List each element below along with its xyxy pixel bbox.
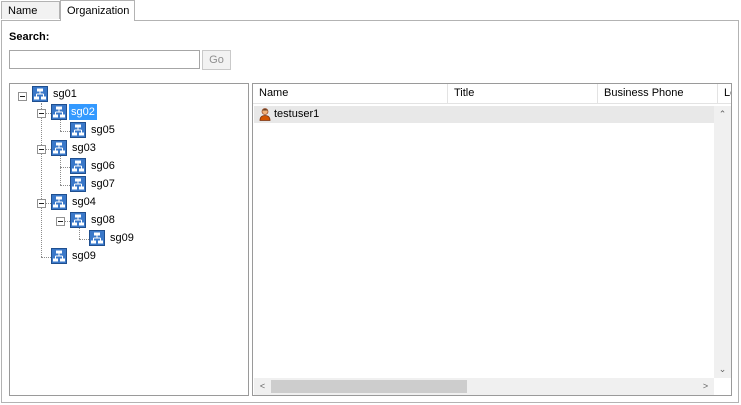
tree-connector bbox=[60, 131, 70, 132]
org-unit-icon bbox=[51, 140, 67, 156]
scroll-right-icon[interactable]: > bbox=[697, 378, 714, 395]
tree-node-label: sg06 bbox=[91, 160, 115, 172]
tree-connector bbox=[60, 155, 61, 185]
column-header-title[interactable]: Title bbox=[448, 84, 598, 104]
org-unit-icon bbox=[70, 158, 86, 174]
collapse-toggle-sg08[interactable] bbox=[56, 217, 65, 226]
column-header-location[interactable]: Lo bbox=[718, 84, 731, 104]
vertical-scrollbar[interactable]: ⌃ ⌄ bbox=[714, 106, 731, 378]
organization-tree[interactable]: sg01 sg02 sg05 sg03 sg06 sg07 sg04 sg08 … bbox=[9, 83, 249, 396]
org-unit-icon bbox=[89, 230, 105, 246]
org-unit-icon bbox=[51, 104, 67, 120]
tree-connector bbox=[41, 103, 42, 257]
tree-connector bbox=[60, 119, 61, 131]
tree-node-label: sg07 bbox=[91, 178, 115, 190]
tree-connector bbox=[60, 167, 70, 168]
tree-node-label: sg09 bbox=[72, 250, 96, 262]
tab-name-list[interactable]: Name List bbox=[1, 1, 60, 35]
tree-connector bbox=[60, 185, 70, 186]
collapse-toggle-sg02[interactable] bbox=[37, 109, 46, 118]
org-unit-icon bbox=[51, 248, 67, 264]
horizontal-scrollbar[interactable]: < > bbox=[254, 378, 714, 395]
user-list[interactable]: Name Title Business Phone Lo testuser1 ⌃… bbox=[252, 83, 732, 396]
scroll-down-icon[interactable]: ⌄ bbox=[714, 361, 731, 378]
list-row[interactable]: testuser1 bbox=[254, 106, 714, 123]
scroll-left-icon[interactable]: < bbox=[254, 378, 271, 395]
tree-connector bbox=[41, 257, 51, 258]
tree-node-label-selected: sg02 bbox=[69, 104, 97, 120]
column-header-name[interactable]: Name bbox=[253, 84, 448, 104]
collapse-toggle-sg04[interactable] bbox=[37, 199, 46, 208]
tree-node-label: sg03 bbox=[72, 142, 96, 154]
collapse-toggle-sg01[interactable] bbox=[18, 92, 27, 101]
user-name: testuser1 bbox=[274, 108, 320, 120]
org-unit-icon bbox=[51, 194, 67, 210]
tree-node-label: sg04 bbox=[72, 196, 96, 208]
tree-node-label: sg09 bbox=[110, 232, 134, 244]
tab-organization[interactable]: Organization bbox=[60, 0, 135, 21]
user-icon bbox=[259, 108, 271, 121]
org-unit-icon bbox=[32, 86, 48, 102]
tree-node-label: sg08 bbox=[91, 214, 115, 226]
go-button[interactable]: Go bbox=[202, 50, 231, 70]
scroll-up-icon[interactable]: ⌃ bbox=[714, 106, 731, 123]
column-header-business-phone[interactable]: Business Phone bbox=[598, 84, 718, 104]
org-unit-icon bbox=[70, 212, 86, 228]
tree-connector bbox=[79, 239, 89, 240]
org-unit-icon bbox=[70, 122, 86, 138]
tree-node-label: sg01 bbox=[53, 88, 77, 100]
search-input[interactable] bbox=[9, 50, 200, 69]
collapse-toggle-sg03[interactable] bbox=[37, 145, 46, 154]
tree-node-label: sg05 bbox=[91, 124, 115, 136]
horizontal-scroll-thumb[interactable] bbox=[271, 380, 467, 393]
tree-connector bbox=[79, 227, 80, 239]
search-label: Search: bbox=[9, 31, 50, 43]
org-unit-icon bbox=[70, 176, 86, 192]
